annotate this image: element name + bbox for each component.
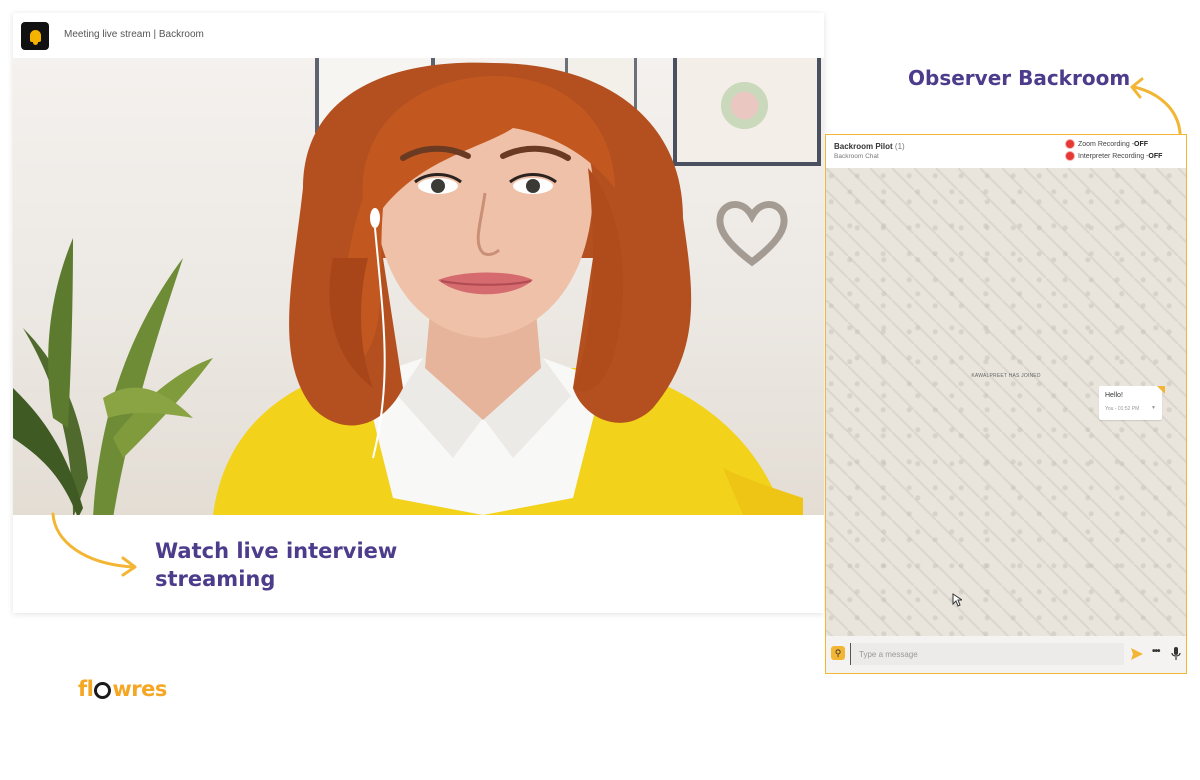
chat-room-title: Backroom Pilot	[834, 142, 893, 151]
recording-label: Zoom Recording -	[1078, 140, 1135, 148]
chat-room-name[interactable]: Backroom Pilot (1)	[834, 142, 905, 151]
curved-arrow-icon	[1130, 77, 1182, 135]
stream-title: Meeting live stream | Backroom	[64, 29, 204, 40]
brand-prefix: fl	[78, 677, 94, 701]
message-meta: You - 01:52 PM	[1105, 406, 1140, 412]
record-dot-icon	[1066, 152, 1074, 160]
recording-label: Interpreter Recording -	[1078, 152, 1149, 160]
stream-header: Meeting live stream | Backroom	[13, 13, 824, 58]
recording-state: OFF	[1134, 140, 1149, 148]
bell-icon	[29, 30, 41, 45]
chat-messages[interactable]: KAWALPREET HAS JOINED Hello! You - 01:52…	[826, 168, 1186, 638]
message-text: Hello!	[1105, 392, 1123, 399]
chevron-down-icon[interactable]: ▼	[1151, 405, 1156, 411]
backroom-title: Observer Backroom	[908, 66, 1131, 90]
record-dot-icon	[1066, 140, 1074, 148]
interviewee-image	[213, 62, 803, 515]
stream-caption: Watch live interview streaming	[155, 539, 398, 591]
attachment-icon[interactable]: ⚲	[831, 646, 845, 660]
interpreter-recording-status: Interpreter Recording - OFF	[1066, 152, 1162, 160]
send-icon[interactable]	[1130, 647, 1144, 661]
zoom-recording-status: Zoom Recording - OFF	[1066, 140, 1148, 148]
more-options-icon[interactable]: •••	[1152, 646, 1160, 657]
curved-arrow-icon	[51, 512, 137, 577]
chat-subtitle: Backroom Chat	[834, 153, 879, 160]
backroom-chat-panel: Backroom Pilot (1) Backroom Chat Zoom Re…	[825, 134, 1187, 674]
logo-o-icon	[94, 681, 112, 699]
system-message: KAWALPREET HAS JOINED	[971, 373, 1041, 379]
mouse-cursor-icon	[952, 593, 962, 607]
app-logo[interactable]	[21, 22, 49, 50]
recording-state: OFF	[1148, 152, 1163, 160]
microphone-icon[interactable]	[1171, 647, 1181, 660]
participant-count: (1)	[894, 142, 905, 151]
chat-header: Backroom Pilot (1) Backroom Chat Zoom Re…	[826, 135, 1186, 168]
brand-suffix: wres	[112, 677, 167, 701]
live-video[interactable]	[13, 58, 824, 515]
brand-logo: fl wres	[78, 677, 167, 701]
message-bubble[interactable]: Hello! You - 01:52 PM ▼	[1099, 386, 1165, 420]
message-input[interactable]	[850, 643, 1124, 665]
chat-composer: ⚲ •••	[826, 636, 1186, 673]
